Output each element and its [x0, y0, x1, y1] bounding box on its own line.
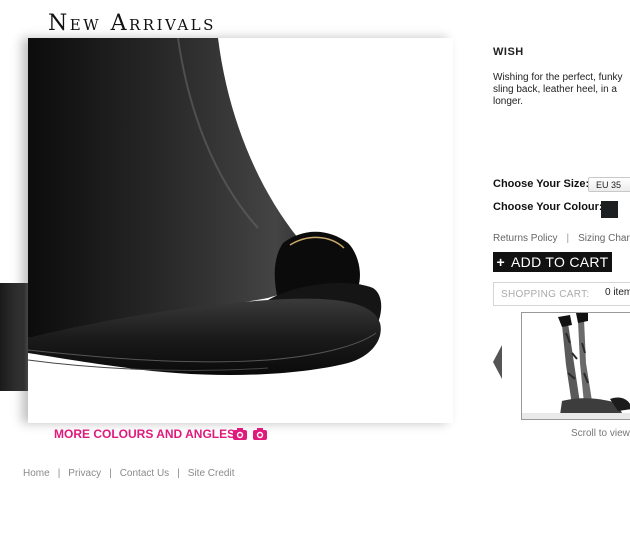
footer-nav: Home | Privacy | Contact Us | Site Credit [23, 468, 234, 479]
returns-policy-link[interactable]: Returns Policy [493, 233, 557, 244]
colour-label: Choose Your Colour: [493, 201, 603, 213]
chevron-left-icon[interactable] [493, 345, 502, 379]
cart-label: SHOPPING CART: [501, 289, 590, 300]
product-description: Wishing for the perfect, funky sling bac… [493, 72, 630, 108]
footer-separator: | [109, 468, 112, 479]
model-legs-illustration [522, 313, 630, 419]
footer-link-contact[interactable]: Contact Us [120, 468, 169, 479]
more-colours-link[interactable]: MORE COLOURS AND ANGLES [54, 427, 235, 441]
policy-links: Returns Policy | Sizing Chart [493, 233, 630, 244]
footer-separator: | [57, 468, 61, 479]
product-name: WISH [493, 46, 524, 58]
camera-icon[interactable] [252, 427, 268, 441]
product-image[interactable] [28, 38, 453, 423]
sizing-chart-link[interactable]: Sizing Chart [578, 233, 630, 244]
thumbnail-image[interactable] [521, 312, 630, 420]
add-to-cart-label: ADD TO CART [511, 254, 609, 270]
scroll-hint: Scroll to view [571, 428, 630, 439]
footer-link-privacy[interactable]: Privacy [68, 468, 101, 479]
plus-icon: + [496, 254, 506, 270]
size-select[interactable]: EU 35 [588, 177, 630, 192]
colour-swatch[interactable] [601, 201, 618, 218]
description-line: sling back, leather heel, in a [493, 84, 617, 95]
footer-separator: | [177, 468, 180, 479]
page-title: New Arrivals [48, 11, 216, 36]
shoe-illustration [28, 38, 382, 375]
description-line: longer. [493, 96, 524, 107]
footer-link-home[interactable]: Home [23, 468, 50, 479]
cart-count: 0 items [605, 287, 630, 298]
footer-link-site-credit[interactable]: Site Credit [188, 468, 235, 479]
size-label: Choose Your Size: [493, 178, 590, 190]
add-to-cart-button[interactable]: + ADD TO CART [493, 252, 612, 272]
shopping-cart-box[interactable]: SHOPPING CART: 0 items [493, 282, 630, 306]
camera-icon[interactable] [232, 427, 248, 441]
description-line: Wishing for the perfect, funky [493, 72, 623, 83]
policy-separator: | [566, 233, 570, 244]
